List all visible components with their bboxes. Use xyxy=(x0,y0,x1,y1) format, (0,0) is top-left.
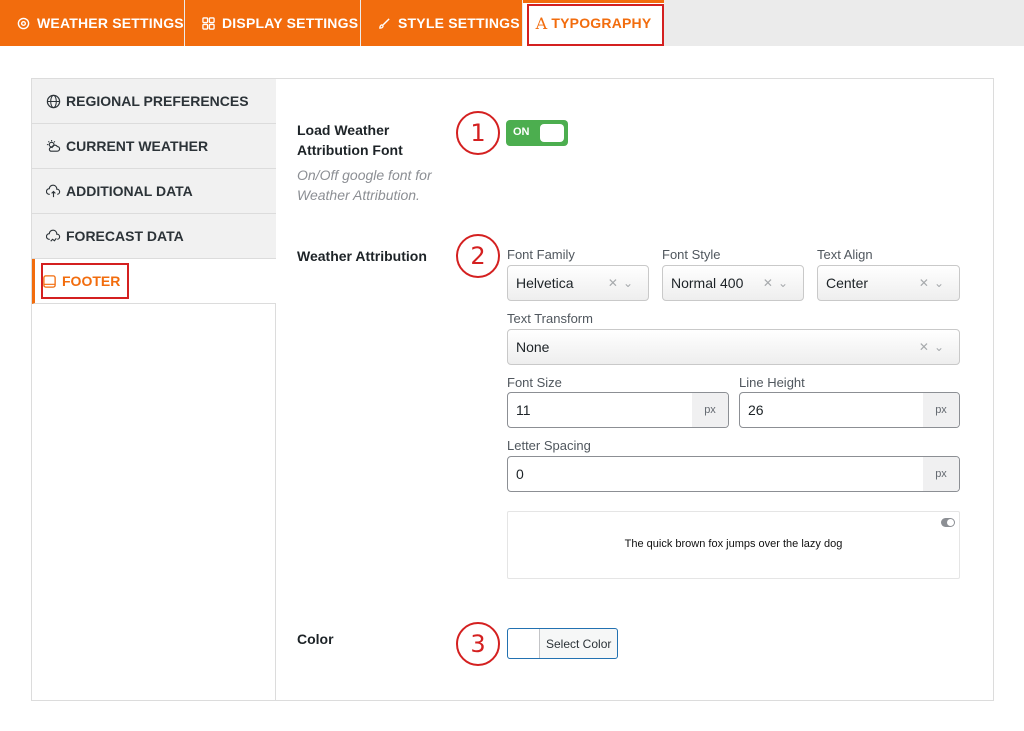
weather-settings-icon xyxy=(16,16,30,30)
font-family-select[interactable]: Helvetica ✕⌄ xyxy=(507,265,649,301)
brush-icon xyxy=(377,16,391,30)
settings-panel: REGIONAL PREFERENCES CURRENT WEATHER ADD… xyxy=(31,78,994,701)
line-height-unit: px xyxy=(923,393,959,427)
text-align-value: Center xyxy=(826,275,869,291)
annotation-highlight-box xyxy=(41,263,129,299)
preview-text: The quick brown fox jumps over the lazy … xyxy=(624,538,843,550)
settings-content: Load Weather Attribution Font On/Off goo… xyxy=(276,79,993,700)
toggle-state-label: ON xyxy=(513,126,530,138)
cloud-upload-icon xyxy=(46,184,61,199)
text-transform-label: Text Transform xyxy=(507,311,593,326)
sidebar-item-label: ADDITIONAL DATA xyxy=(66,183,193,199)
select-clear-chevron-icon: ✕⌄ xyxy=(918,340,949,354)
line-height-label: Line Height xyxy=(739,375,805,390)
font-size-label: Font Size xyxy=(507,375,562,390)
font-style-select[interactable]: Normal 400 ✕⌄ xyxy=(662,265,804,301)
weather-attribution-label: Weather Attribution xyxy=(297,248,427,264)
load-font-label: Load Weather Attribution Font xyxy=(297,122,403,158)
select-clear-chevron-icon: ✕⌄ xyxy=(762,276,793,290)
sidebar-item-label: FORECAST DATA xyxy=(66,228,184,244)
font-family-value: Helvetica xyxy=(516,275,574,291)
select-color-label: Select Color xyxy=(546,636,612,651)
font-preview-box: The quick brown fox jumps over the lazy … xyxy=(507,511,960,579)
font-size-input[interactable]: 11 px xyxy=(507,392,729,428)
sidebar-item-label: REGIONAL PREFERENCES xyxy=(66,93,249,109)
font-size-value: 11 xyxy=(516,402,531,418)
line-height-input[interactable]: 26 px xyxy=(739,392,960,428)
sidebar-item-forecast-data[interactable]: FORECAST DATA xyxy=(32,214,276,259)
tab-display-settings[interactable]: DISPLAY SETTINGS xyxy=(185,0,360,46)
tab-label: WEATHER SETTINGS xyxy=(37,15,184,31)
top-tab-bar: WEATHER SETTINGS DISPLAY SETTINGS STYLE … xyxy=(0,0,1024,46)
sidebar-item-additional-data[interactable]: ADDITIONAL DATA xyxy=(32,169,276,214)
select-clear-chevron-icon: ✕⌄ xyxy=(918,276,949,290)
sidebar-item-footer[interactable]: FOOTER xyxy=(32,259,276,304)
letter-spacing-unit: px xyxy=(923,457,959,491)
text-align-select[interactable]: Center ✕⌄ xyxy=(817,265,960,301)
letter-spacing-value: 0 xyxy=(516,466,524,482)
sidebar-item-regional-preferences[interactable]: REGIONAL PREFERENCES xyxy=(32,79,276,124)
select-color-button[interactable]: Select Color xyxy=(507,628,619,659)
letter-spacing-input[interactable]: 0 px xyxy=(507,456,960,492)
letter-spacing-label: Letter Spacing xyxy=(507,438,591,453)
font-style-value: Normal 400 xyxy=(671,275,744,291)
font-size-unit: px xyxy=(692,393,728,427)
load-font-toggle[interactable]: ON xyxy=(506,120,568,146)
annotation-badge-3: 3 xyxy=(456,622,500,666)
annotation-badge-1: 1 xyxy=(456,111,500,155)
text-align-label: Text Align xyxy=(817,247,873,262)
preview-toggle-icon[interactable] xyxy=(941,518,955,527)
color-label: Color xyxy=(297,631,334,647)
tab-style-settings[interactable]: STYLE SETTINGS xyxy=(361,0,522,46)
tab-label: TYPOGRAPHY xyxy=(551,15,652,31)
tab-typography[interactable]: A TYPOGRAPHY xyxy=(523,0,664,46)
cloud-chart-icon xyxy=(46,229,61,244)
tab-weather-settings[interactable]: WEATHER SETTINGS xyxy=(0,0,184,46)
text-transform-select[interactable]: None ✕⌄ xyxy=(507,329,960,365)
typography-icon: A xyxy=(535,13,548,33)
line-height-value: 26 xyxy=(748,402,764,418)
select-clear-chevron-icon: ✕⌄ xyxy=(607,276,638,290)
annotation-badge-2: 2 xyxy=(456,234,500,278)
tab-label: STYLE SETTINGS xyxy=(398,15,520,31)
font-family-label: Font Family xyxy=(507,247,575,262)
sun-cloud-icon xyxy=(46,139,61,154)
globe-icon xyxy=(46,94,61,109)
sidebar-item-current-weather[interactable]: CURRENT WEATHER xyxy=(32,124,276,169)
sidebar: REGIONAL PREFERENCES CURRENT WEATHER ADD… xyxy=(32,79,276,700)
text-transform-value: None xyxy=(516,339,550,355)
font-style-label: Font Style xyxy=(662,247,721,262)
color-swatch xyxy=(508,629,540,658)
load-font-description: On/Off google font for Weather Attributi… xyxy=(297,167,432,203)
sidebar-item-label: CURRENT WEATHER xyxy=(66,138,209,154)
toggle-knob xyxy=(540,124,564,142)
tab-label: DISPLAY SETTINGS xyxy=(222,15,359,31)
grid-icon xyxy=(201,16,215,30)
